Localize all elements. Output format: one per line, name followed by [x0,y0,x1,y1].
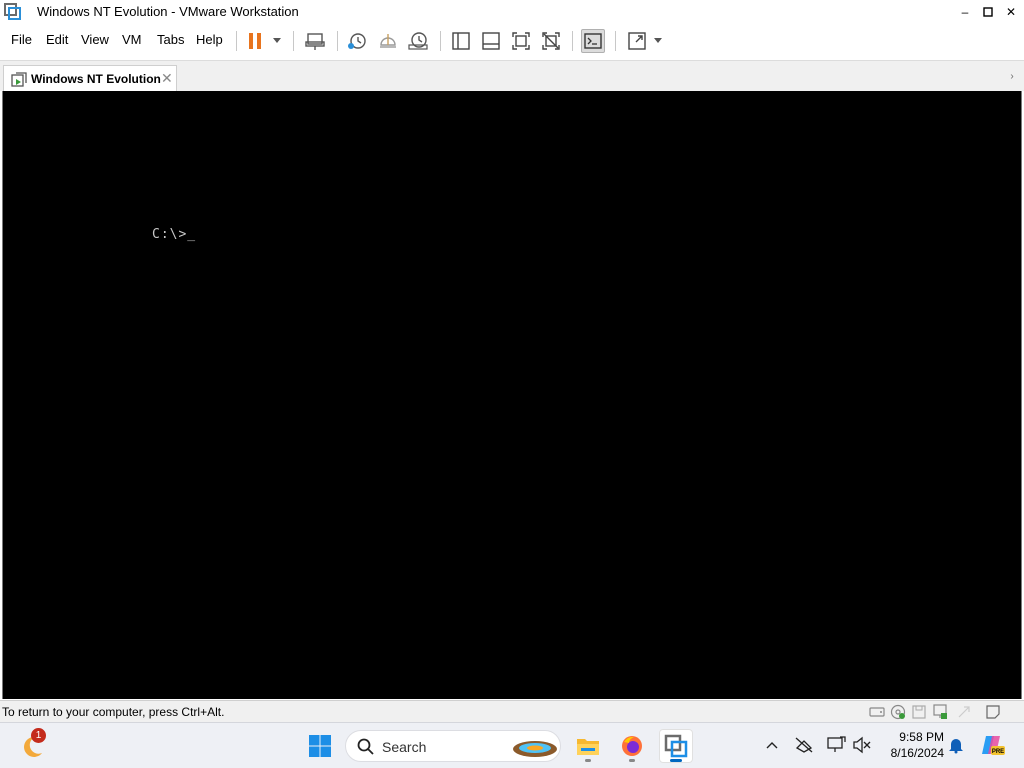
title-bar: Windows NT Evolution - VMware Workstatio… [0,0,1024,24]
search-highlight-icon [513,741,557,757]
menu-toolbar: File Edit View VM Tabs Help [0,26,1024,54]
menu-vm[interactable]: VM [122,32,142,47]
notification-bell-icon [949,739,963,754]
network-adapter-button[interactable] [932,704,948,720]
pause-icon [249,33,261,49]
system-clock[interactable]: 9:58 PM 8/16/2024 [878,729,944,761]
send-ctrl-alt-del-button[interactable] [303,29,327,53]
file-explorer-icon [577,739,599,755]
firefox-icon [622,736,642,756]
network-status-button[interactable] [794,735,814,755]
toolbar-separator [440,31,441,51]
weather-badge: 1 [31,728,46,743]
snapshot-icon [348,33,366,49]
toolbar-separator [236,31,237,51]
snapshot-manager-button[interactable] [406,29,430,53]
stretch-guest-button[interactable] [625,29,649,53]
display-button[interactable] [826,735,846,755]
running-indicator [670,759,682,762]
library-icon [452,32,470,50]
display-icon [827,736,846,752]
usb-icon [958,706,970,718]
network-adapter-icon [933,704,947,719]
menu-file[interactable]: File [11,32,32,47]
unity-button[interactable] [539,29,563,53]
floppy-button[interactable] [911,704,927,720]
cd-rom-button[interactable] [890,704,906,720]
close-button[interactable]: ✕ [996,0,1024,24]
tab-bar: Windows NT Evolution ✕ › [0,60,1024,92]
usb-button[interactable] [956,704,972,720]
status-bar: To return to your computer, press Ctrl+A… [0,700,1024,722]
hard-disk-icon [869,707,885,717]
menu-view[interactable]: View [81,32,109,47]
toolbar-separator [337,31,338,51]
notifications-button[interactable] [946,735,966,755]
thumbnail-bar-icon [482,32,500,50]
cd-rom-icon [890,704,906,720]
thumbnail-bar-button[interactable] [479,29,503,53]
copilot-icon: PRE [982,736,1005,755]
volume-button[interactable] [852,735,872,755]
clock-time: 9:58 PM [899,730,944,744]
show-hidden-icons-button[interactable] [762,735,782,755]
floppy-icon [912,705,926,719]
snapshot-manager-icon [408,32,428,50]
menu-help[interactable]: Help [196,32,223,47]
firefox-button[interactable] [615,729,649,763]
tab-windows-nt-evolution[interactable]: Windows NT Evolution ✕ [3,65,177,92]
windows-start-icon [309,735,331,757]
status-message: To return to your computer, press Ctrl+A… [2,705,225,719]
tab-label: Windows NT Evolution [31,72,161,86]
hard-disk-button[interactable] [869,704,885,720]
full-screen-icon [512,32,530,50]
running-indicator [629,759,635,762]
stretch-guest-icon [628,32,646,50]
tab-close-icon[interactable]: ✕ [161,70,173,87]
menu-tabs[interactable]: Tabs [157,32,184,47]
pause-button[interactable] [243,29,267,53]
unity-icon [542,32,560,50]
copilot-preview-label: PRE [992,749,1004,755]
toolbar-separator [615,31,616,51]
tab-scroll-chevron-icon[interactable]: › [1003,63,1021,90]
maximize-icon [983,7,993,17]
power-dropdown-caret[interactable] [273,38,281,43]
taskbar-search-box[interactable]: Search [345,730,561,762]
file-explorer-button[interactable] [571,729,605,763]
full-screen-button[interactable] [509,29,533,53]
message-log-icon [986,705,1000,719]
message-log-button[interactable] [985,704,1001,720]
vm-console[interactable]: C:\>_ [2,91,1022,699]
network-offline-icon [795,737,813,753]
console-view-button[interactable] [581,29,605,53]
console-view-icon [584,33,602,49]
vmware-app-icon [4,3,21,20]
toolbar-separator [572,31,573,51]
clock-date: 8/16/2024 [890,746,944,760]
window-title: Windows NT Evolution - VMware Workstatio… [37,4,299,19]
stretch-dropdown-caret[interactable] [654,38,662,43]
windows-taskbar: 1 Search 9:58 PM 8/16/2024 PRE [0,722,1024,768]
vmware-workstation-icon [664,734,688,758]
revert-snapshot-button[interactable] [376,29,400,53]
search-placeholder: Search [382,739,427,755]
vmware-workstation-button[interactable] [659,729,693,763]
send-ctrl-alt-del-icon [305,33,325,50]
menu-edit[interactable]: Edit [46,32,68,47]
copilot-button[interactable]: PRE [980,735,1006,755]
revert-snapshot-icon [380,34,396,48]
vm-tab-icon [11,72,27,87]
show-library-button[interactable] [449,29,473,53]
start-button[interactable] [303,729,337,763]
chevron-up-icon [766,742,778,749]
take-snapshot-button[interactable] [345,29,369,53]
toolbar-separator [293,31,294,51]
dos-prompt: C:\>_ [152,227,197,242]
search-icon [357,738,374,755]
speaker-muted-icon [853,736,871,754]
running-indicator [585,759,591,762]
